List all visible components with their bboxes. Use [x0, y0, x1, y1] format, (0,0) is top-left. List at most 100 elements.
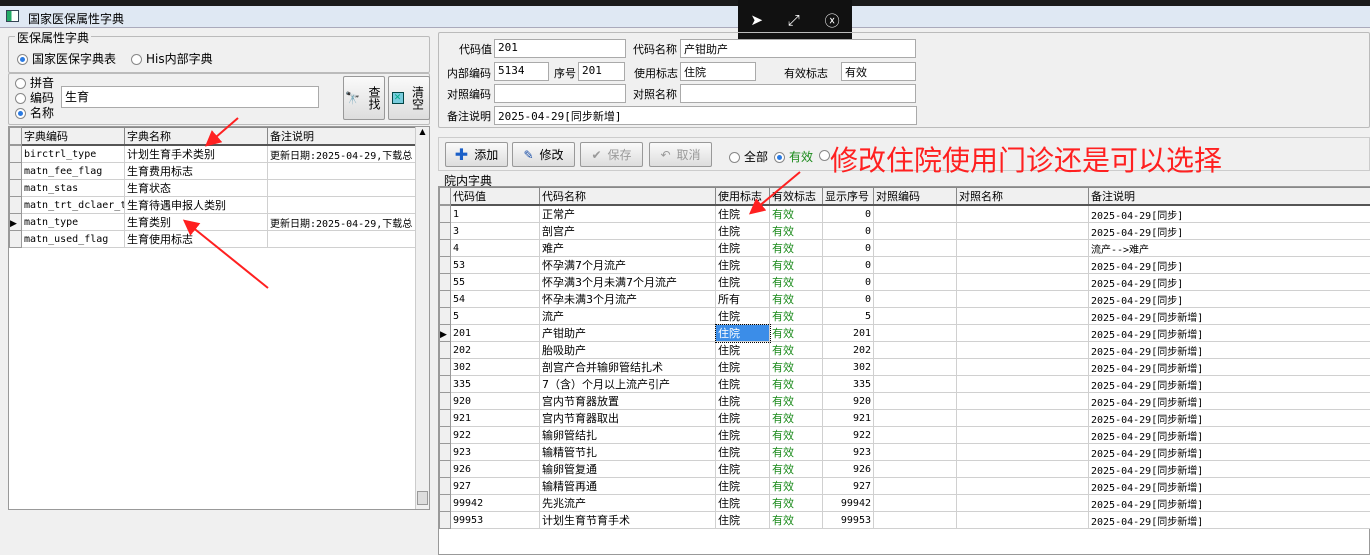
radio-national[interactable]: 国家医保字典表	[17, 50, 116, 67]
filter-valid-radio[interactable]: 有效	[774, 148, 813, 165]
cell-valid-flag[interactable]: 有效	[769, 324, 823, 342]
table-row[interactable]: 54 怀孕未满3个月流产 所有 有效 0 2025-04-29[同步]	[439, 290, 1370, 308]
cell-use-flag[interactable]: 住院	[715, 358, 770, 376]
cell-display-seq[interactable]: 927	[822, 477, 874, 495]
cell-code[interactable]: 202	[450, 341, 540, 359]
col-header[interactable]: 对照编码	[873, 187, 957, 206]
cell-ref-name[interactable]	[956, 477, 1089, 495]
cell-name[interactable]: 生育类别	[124, 213, 268, 231]
cell-remark[interactable]	[267, 179, 418, 197]
cell-remark[interactable]: 流产-->难产	[1088, 239, 1370, 257]
cell-code[interactable]: 921	[450, 409, 540, 427]
cell-name[interactable]: 生育状态	[124, 179, 268, 197]
edit-button[interactable]: ✎ 修改	[512, 142, 575, 167]
cell-name[interactable]: 正常产	[539, 204, 716, 223]
cell-valid-flag[interactable]: 有效	[769, 426, 823, 444]
cell-ref-name[interactable]	[956, 273, 1089, 291]
cell-name[interactable]: 产钳助产	[539, 324, 716, 342]
table-row[interactable]: 99953 计划生育节育手术 住院 有效 99953 2025-04-29[同步新增]	[439, 511, 1370, 529]
cell-use-flag[interactable]: 住院	[715, 477, 770, 495]
cell-code[interactable]: 302	[450, 358, 540, 376]
cell-code[interactable]: 99942	[450, 494, 540, 512]
cell-ref-code[interactable]	[873, 256, 957, 274]
cell-name[interactable]: 剖宫产	[539, 222, 716, 240]
table-row[interactable]: 202 胎吸助产 住院 有效 202 2025-04-29[同步新增]	[439, 341, 1370, 359]
cell-code[interactable]: matn_used_flag	[21, 230, 125, 248]
cell-remark[interactable]: 2025-04-29[同步新增]	[1088, 511, 1370, 529]
table-row[interactable]: 922 输卵管结扎 住院 有效 922 2025-04-29[同步新增]	[439, 426, 1370, 444]
cell-display-seq[interactable]: 302	[822, 358, 874, 376]
cell-ref-name[interactable]	[956, 239, 1089, 257]
cell-use-flag[interactable]: 住院	[715, 239, 770, 257]
table-row[interactable]: 5 流产 住院 有效 5 2025-04-29[同步新增]	[439, 307, 1370, 325]
cell-use-flag[interactable]: 住院	[715, 204, 770, 223]
cell-ref-name[interactable]	[956, 409, 1089, 427]
add-button[interactable]: ✚ 添加	[445, 142, 508, 167]
cell-code[interactable]: 4	[450, 239, 540, 257]
cell-name[interactable]: 宫内节育器取出	[539, 409, 716, 427]
cell-valid-flag[interactable]: 有效	[769, 204, 823, 223]
cell-name[interactable]: 7（含）个月以上流产引产	[539, 375, 716, 393]
cell-ref-name[interactable]	[956, 358, 1089, 376]
cell-remark[interactable]	[267, 162, 418, 180]
cell-ref-name[interactable]	[956, 324, 1089, 342]
scroll-thumb[interactable]	[417, 491, 428, 505]
cell-code[interactable]: birctrl_type	[21, 144, 125, 163]
cell-valid-flag[interactable]: 有效	[769, 256, 823, 274]
cell-remark[interactable]: 2025-04-29[同步新增]	[1088, 477, 1370, 495]
cell-code[interactable]: 99953	[450, 511, 540, 529]
cell-valid-flag[interactable]: 有效	[769, 392, 823, 410]
close-circle-icon[interactable]: ⓧ	[825, 10, 840, 31]
cell-name[interactable]: 输精管再通	[539, 477, 716, 495]
cell-display-seq[interactable]: 923	[822, 443, 874, 461]
cell-remark[interactable]: 2025-04-29[同步]	[1088, 273, 1370, 291]
seq-field[interactable]: 201	[578, 62, 625, 81]
table-row[interactable]: 4 难产 住院 有效 0 流产-->难产	[439, 239, 1370, 257]
table-row[interactable]: ▶ 201 产钳助产 住院 有效 201 2025-04-29[同步新增]	[439, 323, 1370, 343]
cell-code[interactable]: 5	[450, 307, 540, 325]
cell-name[interactable]: 宫内节育器放置	[539, 392, 716, 410]
cell-ref-code[interactable]	[873, 494, 957, 512]
cell-remark[interactable]: 2025-04-29[同步新增]	[1088, 341, 1370, 359]
cell-code[interactable]: matn_trt_dclaer_ty	[21, 196, 125, 214]
cell-valid-flag[interactable]: 有效	[769, 511, 823, 529]
table-row[interactable]: ▶ matn_type 生育类别 更新日期:2025-04-29,下载总	[9, 213, 418, 231]
cell-use-flag[interactable]: 所有	[715, 290, 770, 308]
save-button[interactable]: ✔ 保存	[580, 142, 643, 167]
cell-valid-flag[interactable]: 有效	[769, 307, 823, 325]
cell-valid-flag[interactable]: 有效	[769, 358, 823, 376]
cell-name[interactable]: 难产	[539, 239, 716, 257]
col-header[interactable]: 有效标志	[769, 187, 823, 206]
cell-display-seq[interactable]: 0	[822, 273, 874, 291]
cell-ref-name[interactable]	[956, 443, 1089, 461]
cell-name[interactable]: 输精管节扎	[539, 443, 716, 461]
use-flag-field[interactable]: 住院	[680, 62, 756, 81]
cell-remark[interactable]: 2025-04-29[同步新增]	[1088, 375, 1370, 393]
cell-remark[interactable]: 2025-04-29[同步新增]	[1088, 426, 1370, 444]
send-icon[interactable]: ➤	[750, 11, 763, 29]
cell-display-seq[interactable]: 99942	[822, 494, 874, 512]
cell-name[interactable]: 计划生育手术类别	[124, 144, 268, 163]
cell-display-seq[interactable]: 0	[822, 204, 874, 223]
table-row[interactable]: 926 输卵管复通 住院 有效 926 2025-04-29[同步新增]	[439, 460, 1370, 478]
cell-remark[interactable]: 2025-04-29[同步新增]	[1088, 392, 1370, 410]
cell-code[interactable]: 201	[450, 324, 540, 342]
cell-valid-flag[interactable]: 有效	[769, 341, 823, 359]
cell-name[interactable]: 剖宫产合并输卵管结扎术	[539, 358, 716, 376]
cell-use-flag[interactable]: 住院	[715, 426, 770, 444]
cell-display-seq[interactable]: 926	[822, 460, 874, 478]
cell-ref-code[interactable]	[873, 477, 957, 495]
cell-name[interactable]: 怀孕满3个月未满7个月流产	[539, 273, 716, 291]
cell-valid-flag[interactable]: 有效	[769, 375, 823, 393]
cell-remark[interactable]: 2025-04-29[同步新增]	[1088, 460, 1370, 478]
cell-name[interactable]: 生育使用标志	[124, 230, 268, 248]
cell-ref-code[interactable]	[873, 222, 957, 240]
cell-code[interactable]: 54	[450, 290, 540, 308]
cell-ref-name[interactable]	[956, 426, 1089, 444]
cell-remark[interactable]	[267, 196, 418, 214]
cell-remark[interactable]: 2025-04-29[同步]	[1088, 256, 1370, 274]
col-header[interactable]: 备注说明	[1088, 187, 1370, 206]
table-row[interactable]: 53 怀孕满7个月流产 住院 有效 0 2025-04-29[同步]	[439, 256, 1370, 274]
table-row[interactable]: 55 怀孕满3个月未满7个月流产 住院 有效 0 2025-04-29[同步]	[439, 273, 1370, 291]
cell-ref-code[interactable]	[873, 443, 957, 461]
